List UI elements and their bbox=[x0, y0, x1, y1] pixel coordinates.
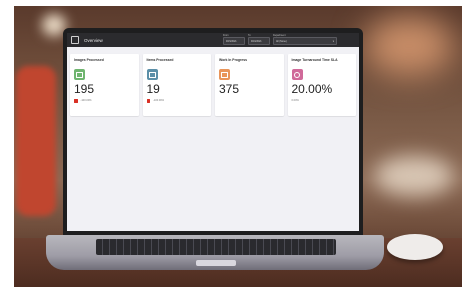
trackpad bbox=[196, 260, 236, 266]
folder-icon bbox=[146, 69, 158, 80]
chevron-down-icon: ▾ bbox=[332, 39, 334, 43]
department-value: All (None) bbox=[276, 39, 287, 43]
date-to-input[interactable]: 9/16/2021 bbox=[248, 37, 270, 45]
kpi-card-work-in-progress[interactable]: Work In Progress 375 bbox=[215, 54, 284, 116]
kpi-card-images-processed[interactable]: Images Processed 195 -100.00% bbox=[70, 54, 139, 116]
card-delta: -100.00% bbox=[74, 99, 135, 103]
kpi-card-turnaround-sla[interactable]: Image Turnaround Time SLA 20.00% 0.00% bbox=[287, 54, 356, 116]
background-red-object bbox=[16, 66, 56, 216]
card-title: Image Turnaround Time SLA bbox=[291, 58, 338, 62]
background-table-light bbox=[374, 156, 454, 196]
card-title: Items Processed bbox=[146, 58, 174, 62]
date-from-input[interactable]: 9/15/2021 bbox=[223, 37, 245, 45]
photo-background: Overview From 9/15/2021 To 9/16/2021 Dep… bbox=[14, 6, 462, 287]
card-value: 375 bbox=[219, 82, 240, 96]
top-bar: Overview From 9/15/2021 To 9/16/2021 Dep… bbox=[67, 33, 359, 47]
department-group: Department All (None) ▾ bbox=[273, 34, 337, 45]
computer-mouse bbox=[387, 234, 443, 260]
laptop-screen-bezel: Overview From 9/15/2021 To 9/16/2021 Dep… bbox=[63, 28, 363, 236]
delta-text: -100.00% bbox=[80, 99, 92, 103]
department-select[interactable]: All (None) ▾ bbox=[273, 37, 337, 45]
briefcase-icon bbox=[219, 69, 230, 80]
clock-icon bbox=[291, 69, 303, 80]
card-title: Images Processed bbox=[74, 58, 104, 62]
delta-text: 0.00% bbox=[291, 99, 299, 102]
dashboard-screen: Overview From 9/15/2021 To 9/16/2021 Dep… bbox=[67, 33, 359, 231]
kpi-cards: Images Processed 195 -100.00% Items Proc… bbox=[67, 47, 359, 116]
laptop-base bbox=[46, 235, 384, 270]
card-value: 20.00% bbox=[291, 82, 333, 96]
background-warm-light bbox=[364, 16, 454, 76]
images-icon bbox=[74, 69, 85, 80]
card-delta: 0.00% bbox=[292, 99, 353, 102]
down-arrow-icon bbox=[74, 99, 78, 103]
card-title: Work In Progress bbox=[219, 58, 248, 62]
date-to-value: 9/16/2021 bbox=[251, 39, 262, 43]
kpi-card-items-processed[interactable]: Items Processed 19 -100.00% bbox=[142, 54, 211, 116]
page-title: Overview bbox=[84, 37, 103, 43]
down-arrow-icon bbox=[146, 99, 150, 103]
card-value: 195 bbox=[74, 82, 95, 96]
filter-bar: From 9/15/2021 To 9/16/2021 Department A… bbox=[223, 34, 337, 45]
app-grid-icon[interactable] bbox=[71, 36, 79, 44]
date-from-value: 9/15/2021 bbox=[226, 39, 237, 43]
card-delta: -100.00% bbox=[146, 99, 208, 103]
date-from-group: From 9/15/2021 bbox=[223, 34, 245, 45]
card-value: 19 bbox=[146, 82, 160, 96]
delta-text: -100.00% bbox=[153, 99, 165, 103]
date-to-group: To 9/16/2021 bbox=[248, 34, 270, 45]
keyboard bbox=[96, 239, 336, 255]
